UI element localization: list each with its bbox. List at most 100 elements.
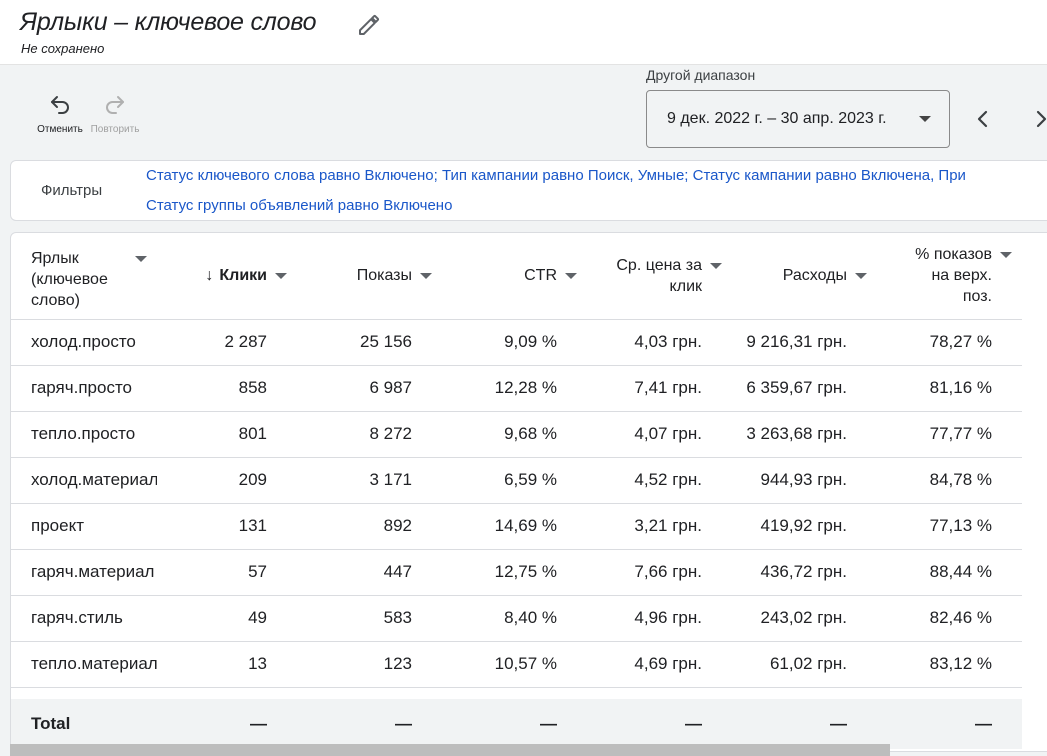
undo-label: Отменить [37, 124, 83, 135]
cell-keyword[interactable]: гаряч.стиль [11, 595, 157, 642]
cell-top-share: 77,13 % [877, 503, 1022, 550]
total-cpc: — [685, 714, 702, 733]
table-row[interactable]: гаряч.просто 858 6 987 12,28 % 7,41 грн.… [11, 365, 1022, 412]
total-clicks: — [250, 714, 267, 733]
cell-keyword[interactable]: проект [11, 503, 157, 550]
page-title: Ярлыки – ключевое слово [20, 8, 317, 36]
cell-clicks: 209 [157, 457, 297, 504]
filter-conditions-1[interactable]: Статус ключевого слова равно Включено; Т… [146, 167, 966, 184]
cell-clicks: 13 [157, 641, 297, 688]
cell-keyword[interactable]: тепло.материал [11, 641, 157, 688]
cell-clicks: 57 [157, 549, 297, 596]
table-row[interactable]: гаряч.материал 57 447 12,75 % 7,66 грн. … [11, 549, 1022, 596]
cell-top-share: 77,77 % [877, 411, 1022, 458]
table-row[interactable]: проект 131 892 14,69 % 3,21 грн. 419,92 … [11, 503, 1022, 550]
date-range-value: 9 дек. 2022 г. – 30 апр. 2023 г. [667, 110, 887, 127]
column-header-keyword[interactable]: Ярлык (ключевое слово) [11, 233, 157, 320]
cell-ctr: 9,68 % [442, 411, 587, 458]
column-header-label: Показы [356, 267, 412, 285]
redo-button[interactable]: Повторить [85, 93, 145, 135]
cell-ctr: 12,75 % [442, 549, 587, 596]
table-row[interactable]: тепло.просто 801 8 272 9,68 % 4,07 грн. … [11, 411, 1022, 458]
column-header-clicks[interactable]: ↓ Клики [157, 233, 297, 320]
previous-period-button[interactable] [969, 105, 997, 133]
table-row[interactable]: гаряч.стиль 49 583 8,40 % 4,96 грн. 243,… [11, 595, 1022, 642]
column-header-label: Ярлык (ключевое слово) [31, 250, 108, 310]
cell-cost: 436,72 грн. [732, 549, 877, 596]
sort-caret-icon [135, 256, 147, 263]
date-range-picker[interactable]: 9 дек. 2022 г. – 30 апр. 2023 г. [646, 90, 950, 148]
column-header-top-share[interactable]: % показов на верх. поз. [877, 233, 1022, 320]
redo-label: Повторить [90, 124, 140, 135]
total-impressions: — [395, 714, 412, 733]
cell-keyword[interactable]: гаряч.материал [11, 549, 157, 596]
cell-impressions: 583 [297, 595, 442, 642]
filter-conditions-2[interactable]: Статус группы объявлений равно Включено [146, 197, 452, 214]
cell-top-share: 78,27 % [877, 319, 1022, 366]
table-row[interactable]: тепло.материал 13 123 10,57 % 4,69 грн. … [11, 641, 1022, 688]
arrow-down-icon: ↓ [205, 266, 214, 284]
cell-top-share: 82,46 % [877, 595, 1022, 642]
cell-ctr: 9,09 % [442, 319, 587, 366]
cell-cost: 6 359,67 грн. [732, 365, 877, 412]
total-ctr: — [540, 714, 557, 733]
header-bar: Ярлыки – ключевое слово Не сохранено [0, 0, 1047, 65]
cell-clicks: 49 [157, 595, 297, 642]
pencil-icon [359, 15, 379, 35]
cell-keyword[interactable]: холод.просто [11, 319, 157, 366]
sort-caret-icon [565, 272, 577, 279]
table-row[interactable]: холод.просто 2 287 25 156 9,09 % 4,03 гр… [11, 319, 1022, 366]
cell-ctr: 10,57 % [442, 641, 587, 688]
report-table: Ярлык (ключевое слово) ↓ Клики Показы CT… [11, 233, 1022, 749]
cell-cpc: 4,03 грн. [587, 319, 732, 366]
cell-top-share: 84,78 % [877, 457, 1022, 504]
cell-cpc: 7,66 грн. [587, 549, 732, 596]
toolbar: Отменить Повторить Другой диапазон 9 дек… [0, 65, 1047, 160]
spacer-row [11, 687, 1022, 699]
redo-icon [106, 96, 124, 114]
sort-caret-icon [710, 262, 722, 269]
sort-caret-icon [275, 272, 287, 279]
column-header-label: % показов на верх. поз. [915, 246, 992, 306]
filter-bar: Фильтры Статус ключевого слова равно Вкл… [10, 160, 1047, 221]
sort-caret-icon [855, 272, 867, 279]
undo-icon [51, 96, 69, 114]
table-header-row: Ярлык (ключевое слово) ↓ Клики Показы CT… [11, 233, 1022, 320]
cell-impressions: 892 [297, 503, 442, 550]
chevron-right-icon [1036, 110, 1047, 128]
cell-cost: 419,92 грн. [732, 503, 877, 550]
cell-ctr: 8,40 % [442, 595, 587, 642]
cell-top-share: 81,16 % [877, 365, 1022, 412]
cell-top-share: 88,44 % [877, 549, 1022, 596]
cell-keyword[interactable]: гаряч.просто [11, 365, 157, 412]
next-period-button[interactable] [1027, 105, 1047, 133]
cell-keyword[interactable]: холод.материал [11, 457, 157, 504]
total-label: Total [31, 714, 71, 733]
column-header-ctr[interactable]: CTR [442, 233, 587, 320]
sort-caret-icon [420, 272, 432, 279]
filters-label: Фильтры [41, 182, 103, 199]
undo-button[interactable]: Отменить [30, 93, 90, 135]
date-range-caption: Другой диапазон [646, 67, 756, 83]
cell-cpc: 4,52 грн. [587, 457, 732, 504]
column-header-cpc[interactable]: Ср. цена за клик [587, 233, 732, 320]
edit-title-button[interactable] [354, 10, 384, 40]
horizontal-scrollbar[interactable] [10, 744, 890, 756]
total-row: Total — — — — — — [11, 699, 1022, 749]
column-header-cost[interactable]: Расходы [732, 233, 877, 320]
column-header-impressions[interactable]: Показы [297, 233, 442, 320]
sort-caret-icon [1000, 252, 1012, 259]
cell-clicks: 131 [157, 503, 297, 550]
save-status: Не сохранено [21, 41, 105, 56]
cell-impressions: 6 987 [297, 365, 442, 412]
table-row[interactable]: холод.материал 209 3 171 6,59 % 4,52 грн… [11, 457, 1022, 504]
cell-impressions: 25 156 [297, 319, 442, 366]
cell-ctr: 14,69 % [442, 503, 587, 550]
cell-clicks: 858 [157, 365, 297, 412]
cell-keyword[interactable]: тепло.просто [11, 411, 157, 458]
cell-impressions: 447 [297, 549, 442, 596]
cell-cost: 3 263,68 грн. [732, 411, 877, 458]
column-header-label: Клики [219, 267, 267, 285]
total-cost: — [830, 714, 847, 733]
chevron-left-icon [977, 110, 988, 128]
